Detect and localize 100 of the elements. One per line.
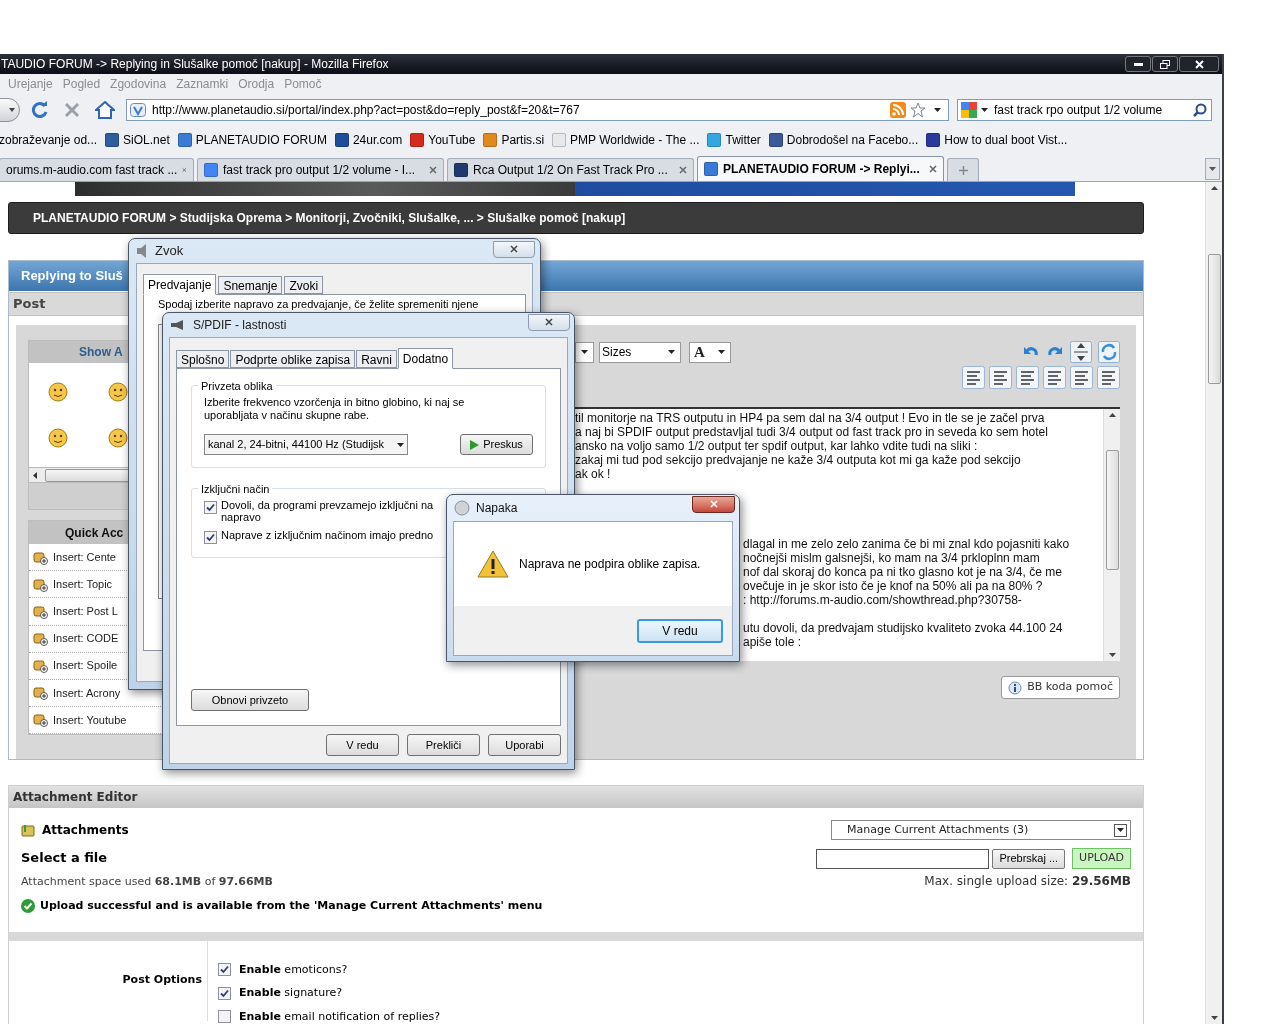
browser-tab[interactable]: orums.m-audio.com fast track ... xyxy=(0,158,194,181)
minimize-button[interactable] xyxy=(1125,56,1151,72)
checkbox[interactable] xyxy=(218,986,231,1000)
post-options-label: Post Options xyxy=(122,972,202,989)
bookmark[interactable]: PMP Worldwide - The ... xyxy=(552,131,700,149)
tab[interactable]: Zvoki xyxy=(284,276,324,294)
minimize-icon xyxy=(1133,62,1143,66)
attachments-dropdown[interactable]: Manage Current Attachments (3) xyxy=(831,820,1131,840)
quick-access-item[interactable]: Insert: Cente xyxy=(53,549,116,566)
tab[interactable]: Predvajanje xyxy=(143,274,217,295)
restore-button[interactable] xyxy=(1152,56,1178,72)
scroll-up-icon[interactable] xyxy=(1108,413,1116,417)
google-icon xyxy=(961,102,977,118)
ok-button[interactable]: V redu xyxy=(637,618,723,643)
smiley-icon[interactable] xyxy=(107,381,129,403)
info-icon xyxy=(1008,680,1023,695)
close-button[interactable] xyxy=(692,495,735,513)
tab[interactable]: Snemanje xyxy=(218,276,283,294)
insert-icon xyxy=(33,631,48,647)
caret-icon xyxy=(1117,828,1124,832)
error-message: Naprava ne podpira oblike zapisa. xyxy=(519,556,701,573)
scroll-up-icon[interactable] xyxy=(1210,186,1218,190)
format-dropdown[interactable]: kanal 2, 24-bitni, 44100 Hz (Studijsk xyxy=(204,434,408,455)
close-icon[interactable] xyxy=(679,166,687,174)
quick-access-item[interactable]: Insert: CODE xyxy=(53,630,119,647)
search-field[interactable]: fast track rpo output 1/2 volume xyxy=(957,99,1212,121)
scroll-left-icon[interactable] xyxy=(33,471,37,479)
resize-icon[interactable] xyxy=(1070,341,1092,363)
quick-access-item[interactable]: Insert: Youtube xyxy=(53,711,127,729)
scroll-thumb[interactable] xyxy=(1207,254,1221,384)
close-icon[interactable] xyxy=(510,245,518,253)
checkbox[interactable] xyxy=(218,1010,231,1024)
scroll-down-icon[interactable] xyxy=(1108,653,1116,657)
attachment-icon xyxy=(21,822,37,838)
tab[interactable]: Podprte oblike zapisa xyxy=(230,350,356,368)
close-icon[interactable] xyxy=(929,165,937,173)
scroll-down-icon[interactable] xyxy=(1210,1016,1218,1020)
smiley-icon[interactable] xyxy=(47,427,69,449)
tab-list-button[interactable] xyxy=(1205,158,1220,180)
color-dropdown[interactable]: A xyxy=(689,341,731,363)
space-used-text: Attachment space used 68.1MB of 97.66MB xyxy=(21,873,273,890)
tab[interactable]: Splošno xyxy=(176,350,230,368)
caret-icon xyxy=(934,108,941,112)
dialog-button[interactable]: V redu xyxy=(326,734,399,756)
tab[interactable]: Dodatno xyxy=(397,348,454,369)
insert-icon xyxy=(33,549,48,565)
checkbox[interactable] xyxy=(204,501,217,514)
close-icon[interactable] xyxy=(429,166,437,174)
close-icon[interactable] xyxy=(545,318,553,326)
smiley-icon[interactable] xyxy=(47,381,69,403)
bookmark[interactable]: PLANETAUDIO FORUM xyxy=(177,131,327,149)
bookmark[interactable]: Dobrodošel na Facebo... xyxy=(768,131,919,149)
caret-icon xyxy=(1209,167,1216,171)
bookmark[interactable]: Twitter xyxy=(707,131,761,149)
bookmark[interactable]: YouTube xyxy=(410,131,476,149)
breadcrumb[interactable]: PLANETAUDIO FORUM > Studijska Oprema > Monitorji, Zvočniki, Slušalke, ... > Slušalke pomoč [nakup] xyxy=(8,202,1144,234)
size-dropdown[interactable]: Sizes xyxy=(599,341,681,363)
smiley-icon[interactable] xyxy=(107,427,129,449)
dialog-button[interactable]: Prekliči xyxy=(407,734,480,756)
browser-tab[interactable]: PLANETAUDIO FORUM -> Replyi... xyxy=(697,156,944,181)
panel-title: Show A xyxy=(79,344,123,361)
star-icon[interactable] xyxy=(910,102,926,118)
bookmark[interactable]: 24ur.com xyxy=(334,131,403,149)
test-button[interactable]: Preskus xyxy=(460,434,533,455)
insert-icon xyxy=(33,658,48,674)
browser-tab[interactable]: Rca Output 1/2 On Fast Track Pro ... xyxy=(447,158,694,181)
file-input[interactable] xyxy=(816,848,990,869)
bookmark[interactable]: Partis.si xyxy=(483,131,545,149)
quick-access-item[interactable]: Insert: Post L xyxy=(53,603,118,620)
option-label: Enable signature? xyxy=(239,985,343,1001)
quick-access-item[interactable]: Insert: Topic xyxy=(53,576,113,593)
close-button[interactable] xyxy=(1179,56,1219,72)
upload-button[interactable]: UPLOAD xyxy=(1072,848,1131,869)
address-field[interactable]: http://www.planetaudio.si/portal/index.php?act=post&do=reply_post&f=20&t=767 xyxy=(126,99,949,121)
tab[interactable]: Ravni xyxy=(356,350,397,368)
home-button[interactable] xyxy=(94,100,116,120)
bookmark[interactable]: How to dual boot Vist... xyxy=(926,131,1068,149)
restore-defaults-button[interactable]: Obnovi privzeto xyxy=(191,689,309,711)
back-button[interactable] xyxy=(0,98,20,122)
dropdown[interactable] xyxy=(575,341,594,363)
browse-button[interactable]: Prebrskaj ... xyxy=(992,848,1066,869)
new-tab-button[interactable] xyxy=(947,158,979,181)
scroll-thumb[interactable] xyxy=(1105,450,1119,570)
search-icon[interactable] xyxy=(1193,103,1207,117)
browser-tab[interactable]: fast track pro output 1/2 volume - I... xyxy=(197,158,444,181)
reload-button[interactable] xyxy=(30,100,50,120)
bookmark[interactable]: zobraževanje od... xyxy=(0,131,98,149)
checkbox[interactable] xyxy=(218,963,231,977)
dialog-button[interactable]: Uporabi xyxy=(488,734,561,756)
description-text: Izberite frekvenco vzorčenja in bitno globino, ki naj se uporabljata v načinu skupne rabe. xyxy=(204,396,466,422)
section-label: Attachment Editor xyxy=(13,789,138,806)
play-icon xyxy=(470,439,480,450)
align-left-icon[interactable] xyxy=(989,366,1012,389)
checkbox[interactable] xyxy=(204,531,217,544)
check-icon xyxy=(21,899,35,914)
quick-access-item[interactable]: Insert: Spoile xyxy=(53,657,118,674)
refresh-icon[interactable] xyxy=(1098,341,1120,363)
bb-help-button[interactable]: BB koda pomoč xyxy=(1001,676,1120,699)
bookmark[interactable]: SiOL.net xyxy=(105,131,170,149)
quick-access-item[interactable]: Insert: Acrony xyxy=(53,684,121,702)
